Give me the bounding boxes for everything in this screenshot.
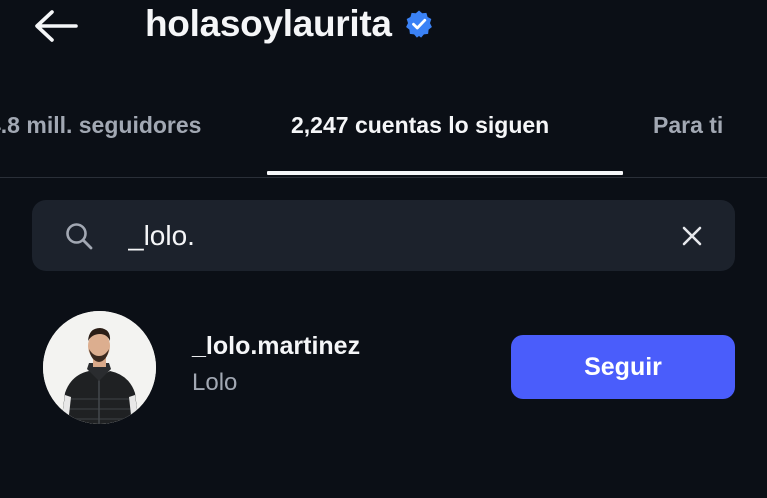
header: holasoylaurita (0, 0, 767, 60)
back-button[interactable] (30, 6, 82, 46)
profile-photo (43, 311, 156, 424)
active-tab-indicator (267, 171, 623, 175)
following-list-screen: holasoylaurita 4.8 mill. seguidores 2,24… (0, 0, 767, 498)
tab-following[interactable]: 2,247 cuentas lo siguen (291, 112, 549, 139)
search-input[interactable] (128, 214, 648, 258)
verified-badge-icon (405, 10, 432, 38)
close-icon (682, 226, 702, 246)
result-display-name: Lolo (192, 369, 238, 396)
list-item[interactable]: _lolo.martinez Lolo Seguir (0, 302, 767, 432)
tab-for-you[interactable]: Para ti (653, 112, 723, 139)
follow-button[interactable]: Seguir (511, 335, 735, 399)
tab-bar: 4.8 mill. seguidores 2,247 cuentas lo si… (0, 100, 767, 178)
profile-username: holasoylaurita (145, 3, 392, 44)
result-username[interactable]: _lolo.martinez (192, 332, 360, 361)
arrow-left-icon (35, 10, 78, 42)
avatar[interactable] (43, 311, 156, 424)
clear-search-button[interactable] (677, 221, 707, 251)
search-icon (66, 223, 93, 250)
page-title: holasoylaurita (145, 2, 434, 46)
search-bar (32, 200, 735, 271)
tab-followers[interactable]: 4.8 mill. seguidores (0, 112, 201, 139)
